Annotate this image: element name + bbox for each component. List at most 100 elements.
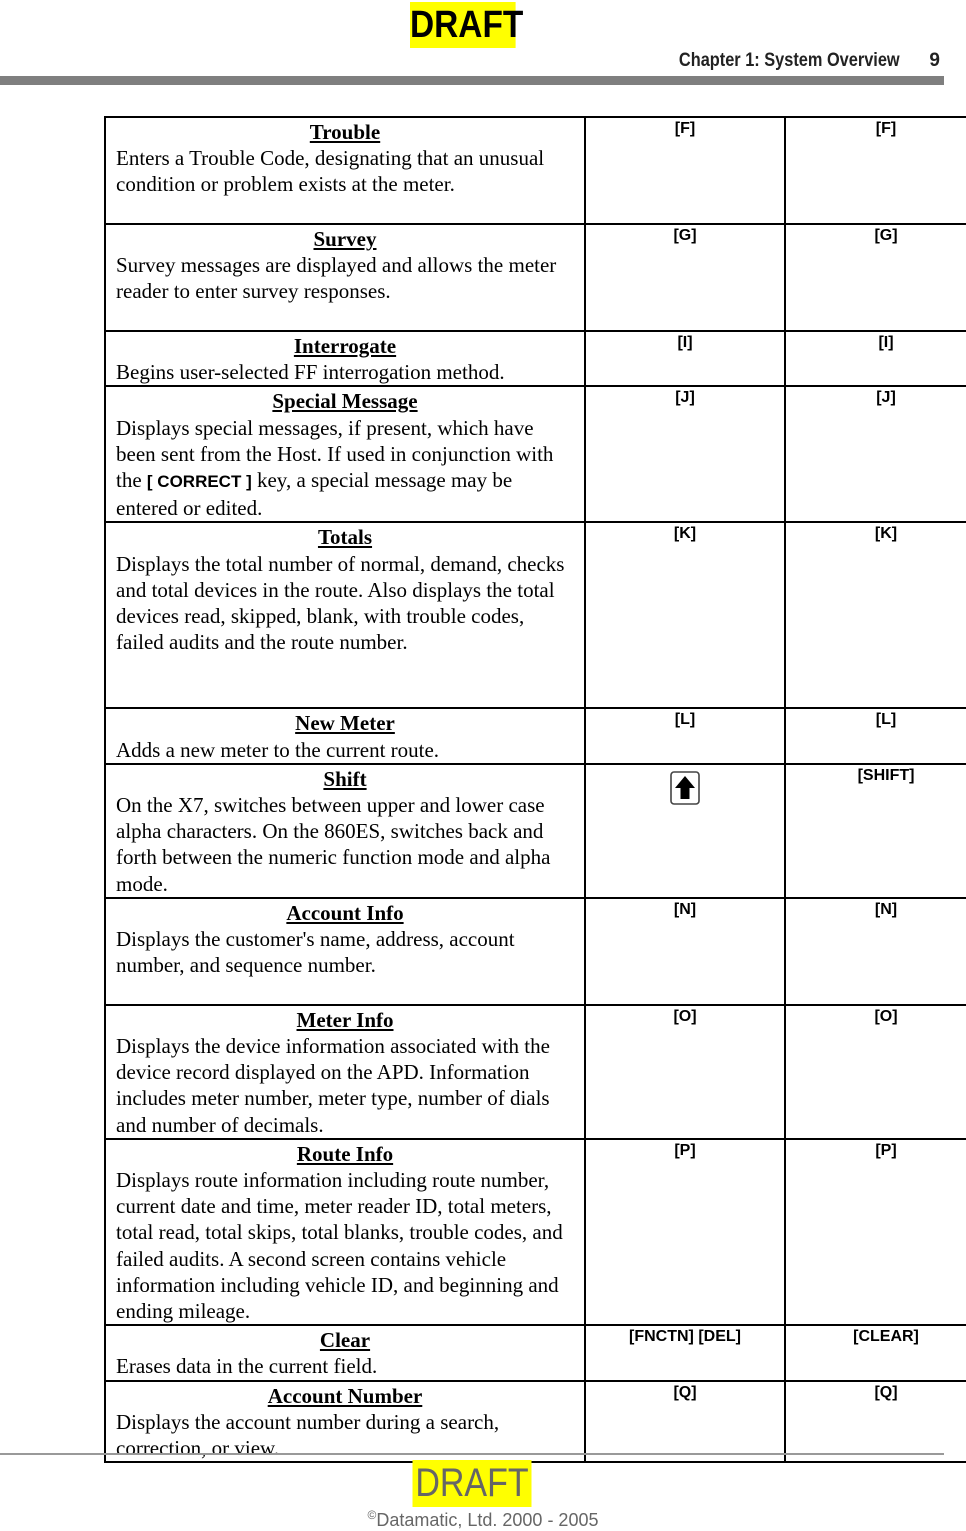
table-row: Shift On the X7, switches between upper … (104, 762, 966, 899)
key-cell-primary: [Q] (584, 1379, 786, 1464)
function-description-cell: Route Info Displays route information in… (104, 1137, 586, 1327)
function-text: Erases data in the current field. (116, 1354, 378, 1379)
key-cell-primary (584, 762, 786, 899)
key-cell-secondary: [N] (784, 896, 966, 1006)
key-cell-secondary: [K] (784, 521, 966, 710)
key-label: [I] (878, 334, 894, 351)
key-label: [K] (874, 525, 898, 543)
chapter-title: Chapter 1: System Overview (679, 50, 900, 71)
shift-up-arrow-icon (670, 771, 700, 805)
key-label: [F] (674, 120, 696, 137)
table-row: Special Message Displays special message… (104, 385, 966, 524)
key-label: [F] (875, 120, 897, 137)
draft-watermark-top: DRAFT (410, 2, 524, 48)
function-title: Interrogate (293, 334, 397, 358)
key-label: [P] (674, 1141, 696, 1159)
correct-key-reference: [ CORRECT ] (146, 472, 252, 492)
function-description-cell: Special Message Displays special message… (104, 385, 586, 524)
function-description-cell: Account Info Displays the customer's nam… (104, 896, 586, 1006)
function-title: Trouble (309, 120, 381, 144)
key-cell-secondary: [SHIFT] (784, 762, 966, 899)
draft-watermark-bottom: DRAFT (412, 1460, 532, 1507)
function-title: Route Info (296, 1141, 394, 1166)
function-key-table: Trouble Enters a Trouble Code, designati… (104, 116, 966, 1464)
function-title: Survey (313, 227, 377, 251)
key-cell-primary: [K] (584, 521, 786, 710)
key-label: [O] (874, 1007, 898, 1025)
function-text: Survey messages are displayed and allows… (116, 253, 557, 304)
key-cell-primary: [F] (584, 116, 786, 225)
page-number: 9 (929, 50, 940, 71)
key-cell-primary: [G] (584, 223, 786, 332)
table-row: Account Number Displays the account numb… (104, 1379, 966, 1464)
function-text: On the X7, switches between upper and lo… (116, 793, 551, 896)
table-row: Interrogate Begins user-selected FF inte… (104, 329, 966, 388)
key-label: [J] (675, 389, 695, 407)
key-cell-primary: [O] (584, 1003, 786, 1140)
key-cell-secondary: [L] (784, 707, 966, 765)
key-cell-secondary: [P] (784, 1137, 966, 1327)
key-cell-primary: [L] (584, 707, 786, 765)
key-label: [J] (876, 389, 896, 407)
function-text: Displays the total number of normal, dem… (116, 551, 565, 655)
key-cell-secondary: [F] (784, 116, 966, 225)
function-text: Displays route information including rou… (116, 1168, 563, 1324)
key-cell-secondary: [J] (784, 385, 966, 524)
table-row: New Meter Adds a new meter to the curren… (104, 707, 966, 765)
footer-rule (0, 1453, 944, 1455)
function-text: Enters a Trouble Code, designating that … (116, 146, 545, 197)
function-text: Begins user-selected FF interrogation me… (116, 360, 505, 385)
function-title: Special Message (272, 389, 418, 414)
function-description-cell: Meter Info Displays the device informati… (104, 1003, 586, 1140)
table-row: Trouble Enters a Trouble Code, designati… (104, 116, 966, 225)
key-cell-primary: [N] (584, 896, 786, 1006)
table-row: Account Info Displays the customer's nam… (104, 896, 966, 1006)
table-row: Route Info Displays route information in… (104, 1137, 966, 1327)
function-description-cell: Account Number Displays the account numb… (104, 1379, 586, 1464)
key-label: [FNCTN] [DEL] (629, 1328, 741, 1346)
header-rule (0, 76, 944, 85)
function-title: Totals (317, 525, 373, 550)
table-row: Clear Erases data in the current field. … (104, 1324, 966, 1382)
copyright-text: Datamatic, Ltd. 2000 - 2005 (376, 1510, 599, 1530)
key-cell-primary: [J] (584, 385, 786, 524)
key-label: [G] (673, 227, 697, 244)
key-label: [N] (874, 900, 898, 918)
function-title: Clear (319, 1328, 371, 1353)
key-cell-secondary: [I] (784, 329, 966, 388)
key-label: [N] (673, 900, 697, 918)
function-title: Account Info (286, 900, 404, 925)
key-cell-secondary: [CLEAR] (784, 1324, 966, 1382)
function-title: Meter Info (296, 1007, 394, 1032)
key-label: [O] (673, 1007, 697, 1025)
function-description-cell: Shift On the X7, switches between upper … (104, 762, 586, 899)
function-text: Adds a new meter to the current route. (116, 737, 440, 762)
function-text: Displays the device information associat… (116, 1034, 550, 1137)
function-title: Shift (323, 766, 367, 791)
function-description-cell: Totals Displays the total number of norm… (104, 521, 586, 710)
key-cell-secondary: [G] (784, 223, 966, 332)
key-cell-secondary: [O] (784, 1003, 966, 1140)
key-label: [L] (674, 711, 696, 729)
key-label: [Q] (673, 1383, 697, 1401)
function-description-cell: New Meter Adds a new meter to the curren… (104, 707, 586, 765)
function-description-cell: Trouble Enters a Trouble Code, designati… (104, 116, 586, 225)
function-title: New Meter (295, 711, 395, 736)
table-row: Meter Info Displays the device informati… (104, 1003, 966, 1140)
key-label: [Q] (874, 1383, 898, 1401)
key-cell-secondary: [Q] (784, 1379, 966, 1464)
key-label: [CLEAR] (853, 1328, 919, 1346)
key-label: [L] (875, 711, 897, 729)
function-text: Displays the customer's name, address, a… (116, 927, 515, 978)
function-text: Displays special messages, if present, w… (116, 415, 574, 522)
key-cell-primary: [P] (584, 1137, 786, 1327)
key-label: [I] (677, 334, 693, 351)
key-label: [K] (673, 525, 697, 543)
key-label: [G] (874, 227, 898, 244)
table-row: Totals Displays the total number of norm… (104, 521, 966, 710)
key-cell-primary: [I] (584, 329, 786, 388)
function-description-cell: Interrogate Begins user-selected FF inte… (104, 329, 586, 388)
function-description-cell: Clear Erases data in the current field. (104, 1324, 586, 1382)
function-title: Account Number (267, 1383, 423, 1408)
table-row: Survey Survey messages are displayed and… (104, 223, 966, 332)
